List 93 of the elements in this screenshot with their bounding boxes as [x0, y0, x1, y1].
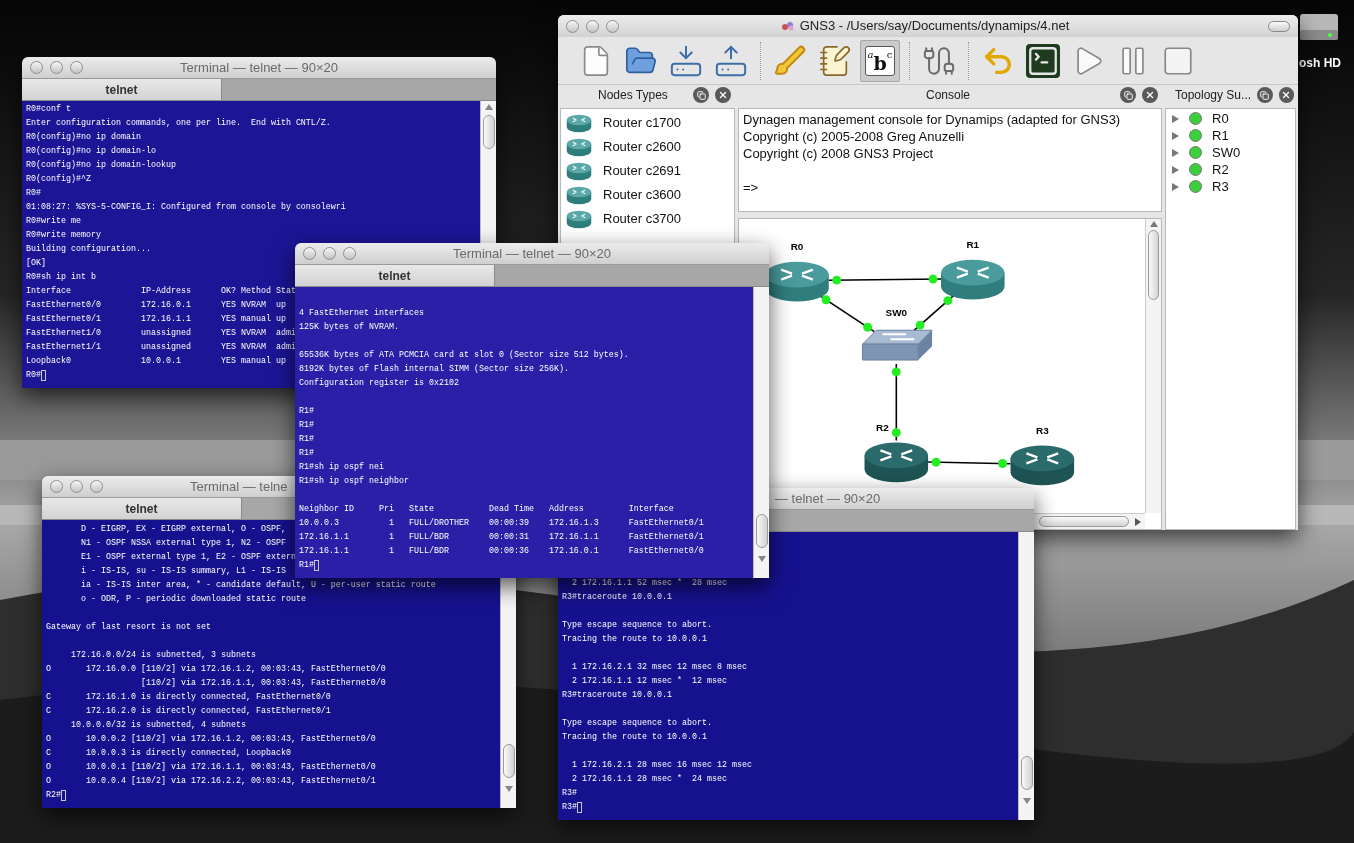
- terminal-line: 01:08:27: %SYS-5-CONFIG_I: Configured from console by consolewri: [26, 201, 346, 214]
- tab[interactable]: telnet: [22, 79, 222, 100]
- terminal-line: O 172.16.0.0 [110/2] via 172.16.1.2, 00:03:43, FastEthernet0/0: [46, 663, 386, 676]
- terminal-line: O 10.0.0.1 [110/2] via 172.16.1.1, 00:03:43, FastEthernet0/0: [46, 761, 376, 774]
- node-type-item[interactable]: Router c2691: [561, 159, 734, 183]
- terminal-line: R0#write memory: [26, 229, 101, 242]
- window-title: Terminal — telnet — 90×20: [453, 244, 611, 263]
- terminal-line: R3#: [562, 801, 577, 814]
- terminal-line: R1#: [299, 419, 314, 432]
- panel-title: Nodes Types: [597, 87, 669, 104]
- terminal-line: FastEthernet0/0 172.16.0.1 YES NVRAM up: [26, 299, 286, 312]
- terminal-line: FastEthernet1/0 unassigned YES NVRAM admi: [26, 327, 296, 340]
- terminal-line: i - IS-IS, su - IS-IS summary, L1 - IS-IS: [79, 565, 286, 578]
- terminal-line: R0(config)#^Z: [26, 173, 91, 186]
- terminal-line: R1#: [299, 559, 314, 572]
- terminal-line: C 10.0.0.3 is directly connected, Loopback0: [46, 747, 291, 760]
- terminal-line: o - ODR, P - periodic downloaded static route: [79, 593, 306, 606]
- node-label: R2: [876, 421, 889, 433]
- terminal-line: E1 - OSPF external type 1, E2 - OSPF extern: [79, 551, 296, 564]
- node-type-item[interactable]: Router c2600: [561, 135, 734, 159]
- terminal-line: R3#: [562, 787, 577, 800]
- node-label: R0: [790, 240, 804, 252]
- drive-label: osh HD: [1299, 55, 1341, 72]
- terminal-line: R0(config)#no ip domain: [26, 131, 141, 144]
- terminal-line: Type escape sequence to abort.: [562, 717, 712, 730]
- terminal-line: R0#sh ip int b: [26, 271, 96, 284]
- terminal-line: 125K bytes of NVRAM.: [299, 321, 399, 334]
- terminal-line: 1 172.16.2.1 32 msec 12 msec 8 msec: [571, 661, 747, 674]
- terminal-line: Configuration register is 0x2102: [299, 377, 459, 390]
- node-type-item[interactable]: Router c1700: [561, 111, 734, 135]
- terminal-line: R3#traceroute 10.0.0.1: [562, 689, 672, 702]
- terminal-line: Interface IP-Address OK? Method Stat: [26, 285, 296, 298]
- terminal-line: C 172.16.1.0 is directly connected, FastEthernet0/0: [46, 691, 331, 704]
- terminal-line: D - EIGRP, EX - EIGRP external, O - OSPF,: [79, 523, 286, 536]
- node-label: R3: [1035, 424, 1049, 436]
- terminal-line: 10.0.0.3 1 FULL/DROTHER 00:00:39 172.16.1.3 FastEthernet0/1: [299, 517, 704, 530]
- terminal-line: 2 172.16.1.1 52 msec * 28 msec: [571, 577, 727, 590]
- tab[interactable]: telnet: [295, 265, 495, 286]
- terminal-line: Gateway of last resort is not set: [46, 621, 211, 634]
- terminal-line: 4 FastEthernet interfaces: [299, 307, 424, 320]
- terminal-line: Type escape sequence to abort.: [562, 619, 712, 632]
- terminal-line: 172.16.1.1 1 FULL/BDR 00:00:36 172.16.0.1 FastEthernet0/0: [299, 545, 704, 558]
- node-type-item[interactable]: Router c3700: [561, 207, 734, 231]
- terminal-line: R0#: [26, 369, 41, 382]
- terminal-line: C 172.16.2.0 is directly connected, FastEthernet0/1: [46, 705, 331, 718]
- panel-title: Console: [925, 87, 971, 104]
- terminal-line: 172.16.1.1 1 FULL/BDR 00:00:31 172.16.1.1 FastEthernet0/1: [299, 531, 704, 544]
- terminal-line: FastEthernet1/1 unassigned YES NVRAM admi: [26, 341, 296, 354]
- terminal-line: 2 172.16.1.1 12 msec * 12 msec: [571, 675, 727, 688]
- window-title: GNS3 - /Users/say/Documents/dynamips/4.net: [799, 17, 1070, 36]
- window-title: — telnet — 90×20: [775, 489, 881, 508]
- terminal-line: 10.0.0.0/32 is subnetted, 4 subnets: [70, 719, 246, 732]
- terminal-line: 172.16.0.0/24 is subnetted, 3 subnets: [70, 649, 256, 662]
- panel-title: Topology Su...: [1175, 87, 1252, 104]
- terminal-line: R0#conf t: [26, 103, 71, 116]
- terminal-line: 65536K bytes of ATA PCMCIA card at slot 0 (Sector size 512 bytes).: [299, 349, 629, 362]
- terminal-line: R1#: [299, 405, 314, 418]
- terminal-line: Neighbor ID Pri State Dead Time Address Interface: [299, 503, 674, 516]
- console-line: Copyright (c) 2005-2008 Greg Anuzelli: [743, 128, 966, 145]
- terminal-line: Building configuration...: [26, 243, 151, 256]
- node-type-item[interactable]: Router c3600: [561, 183, 734, 207]
- terminal-line: R0#write me: [26, 215, 81, 228]
- window-title: Terminal — telnet — 90×20: [180, 58, 338, 77]
- terminal-line: R1#: [299, 447, 314, 460]
- terminal-line: 2 172.16.1.1 28 msec * 24 msec: [571, 773, 727, 786]
- terminal-line: [110/2] via 172.16.1.1, 00:03:43, FastEthernet0/0: [139, 677, 386, 690]
- tab[interactable]: telnet: [42, 498, 242, 519]
- node-label: R1: [966, 238, 980, 250]
- window-title: Terminal — telne: [190, 477, 288, 496]
- terminal-line: R1#sh ip ospf neighbor: [299, 475, 409, 488]
- terminal-line: R0#: [26, 187, 41, 200]
- terminal-line: R1#: [299, 433, 314, 446]
- terminal-line: Enter configuration commands, one per line. End with CNTL/Z.: [26, 117, 331, 130]
- terminal-line: R0(config)#no ip domain-lookup: [26, 159, 176, 172]
- terminal-line: FastEthernet0/1 172.16.1.1 YES manual up: [26, 313, 286, 326]
- terminal-line: R2#: [46, 789, 61, 802]
- terminal-line: [OK]: [26, 257, 46, 270]
- node-label: SW0: [885, 307, 908, 319]
- console-line: =>: [743, 179, 760, 196]
- terminal-line: R1#sh ip ospf nei: [299, 461, 384, 474]
- terminal-line: N1 - OSPF NSSA external type 1, N2 - OSPF: [79, 537, 286, 550]
- terminal-line: R3#traceroute 10.0.0.1: [562, 591, 672, 604]
- terminal-line: ia - IS-IS inter area, * - candidate default, U - per-user static route: [79, 579, 436, 592]
- terminal-line: Tracing the route to 10.0.0.1: [562, 731, 707, 744]
- console-line: Dynagen management console for Dynamips (adapted for GNS3): [743, 111, 1122, 128]
- terminal-line: R0(config)#no ip domain-lo: [26, 145, 156, 158]
- console-line: Copyright (c) 2008 GNS3 Project: [743, 145, 935, 162]
- terminal-line: Loopback0 10.0.0.1 YES manual up: [26, 355, 286, 368]
- terminal-line: O 10.0.0.4 [110/2] via 172.16.2.2, 00:03:43, FastEthernet0/1: [46, 775, 376, 788]
- terminal-line: O 10.0.0.2 [110/2] via 172.16.1.2, 00:03:43, FastEthernet0/0: [46, 733, 376, 746]
- terminal-line: 8192K bytes of Flash internal SIMM (Sector size 256K).: [299, 363, 569, 376]
- terminal-line: Tracing the route to 10.0.0.1: [562, 633, 707, 646]
- terminal-line: 1 172.16.2.1 28 msec 16 msec 12 msec: [571, 759, 752, 772]
